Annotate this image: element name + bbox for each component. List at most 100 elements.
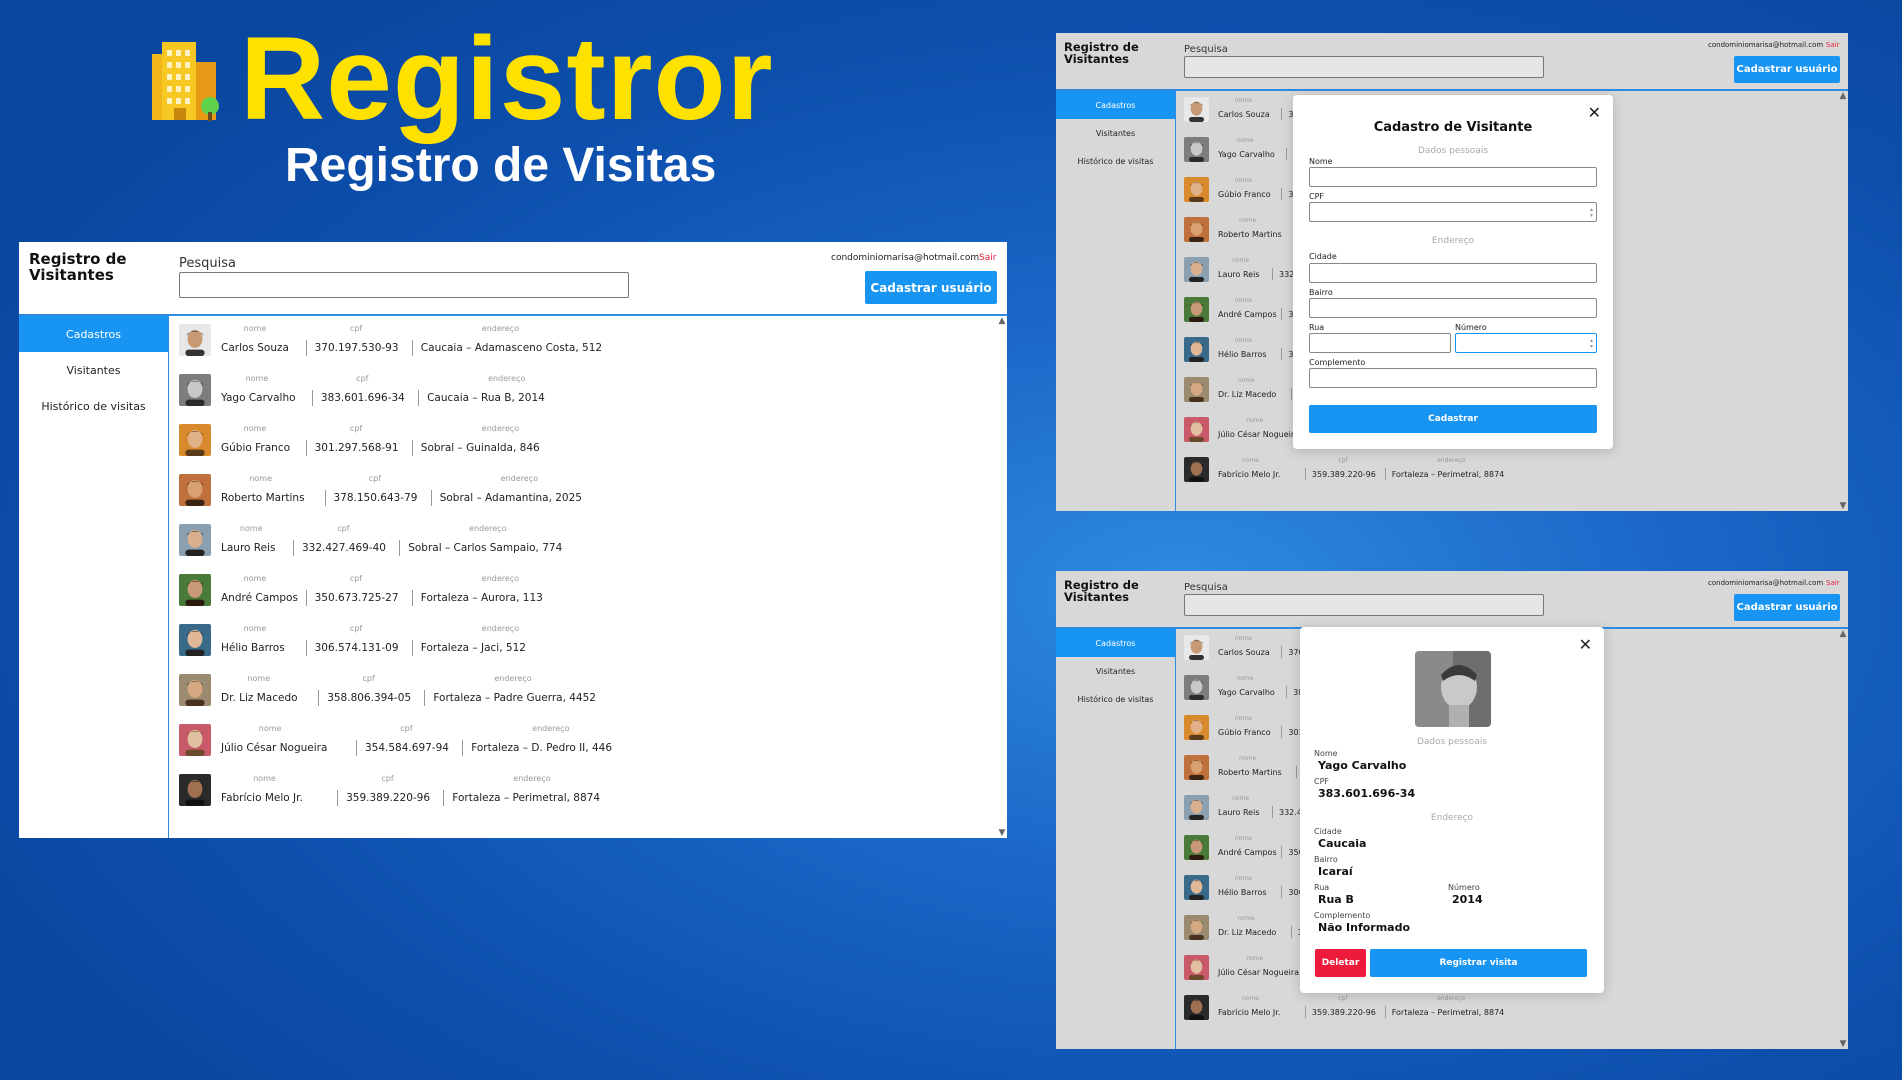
complement-field[interactable] — [1309, 368, 1597, 388]
add-user-button[interactable]: Cadastrar usuário — [865, 271, 997, 304]
column-divider — [305, 340, 307, 356]
visitor-name: Fabrício Melo Jr. — [1218, 1008, 1281, 1017]
number-field[interactable]: ▴ ▾ — [1455, 333, 1597, 353]
sidebar-item-visitantes[interactable]: Visitantes — [1056, 657, 1175, 685]
logout-link[interactable]: Sair — [1826, 579, 1840, 587]
add-user-button[interactable]: Cadastrar usuário — [1734, 594, 1840, 621]
visitor-photo — [1415, 651, 1491, 727]
visitor-row[interactable]: nome cpf endereço Hélio Barros 306.574.131-0… — [171, 624, 1007, 674]
scroll-down-icon[interactable]: ▼ — [997, 828, 1007, 838]
cpf-col-label: cpf — [349, 574, 363, 583]
brand-title: Registro de Visitantes — [1064, 579, 1139, 603]
sidebar-item-cadastros[interactable]: Cadastros — [1056, 91, 1175, 119]
visitor-avatar — [1184, 97, 1209, 122]
visitor-row[interactable]: nome cpf endereço Fabrício Melo Jr. 359.389.… — [1178, 995, 1848, 1035]
name-label: Nome — [1309, 157, 1333, 166]
address-col-label: endereço — [469, 524, 507, 533]
visitor-name: Dr. Liz Macedo — [221, 692, 298, 704]
column-divider — [356, 740, 357, 756]
search-input[interactable] — [1184, 594, 1544, 616]
city-field[interactable] — [1309, 263, 1597, 283]
sidebar-item-cadastros[interactable]: Cadastros — [1056, 629, 1175, 657]
visitor-name: André Campos — [221, 592, 298, 604]
district-field[interactable] — [1309, 298, 1597, 318]
visitor-row[interactable]: nome cpf endereço Dr. Liz Macedo 358.806.394… — [171, 674, 1007, 724]
name-field[interactable] — [1309, 167, 1597, 187]
visitor-avatar — [1184, 297, 1209, 322]
scroll-up-icon[interactable]: ▲ — [997, 316, 1007, 326]
name-col-label: nome — [1236, 137, 1254, 144]
user-email: condominiomarisa@hotmail.com — [831, 253, 980, 263]
district-label: Bairro — [1309, 288, 1333, 297]
visitor-avatar — [1184, 755, 1209, 780]
scroll-up-icon[interactable]: ▲ — [1838, 91, 1848, 101]
visitor-list: nome cpf endereço Carlos Souza 370.197.530-9… — [171, 316, 1007, 838]
visitor-row[interactable]: nome cpf endereço Júlio César Nogueira 354.5… — [171, 724, 1007, 774]
name-col-label: nome — [243, 324, 267, 333]
name-col-label: nome — [243, 574, 267, 583]
scroll-down-icon[interactable]: ▼ — [1838, 501, 1848, 511]
visitor-address: Fortaleza – Perimetral, 8874 — [452, 792, 601, 804]
visitor-row[interactable]: nome cpf endereço Gúbio Franco 301.297.568-9… — [171, 424, 1007, 474]
list-scrollbar[interactable]: ▲ ▼ — [1838, 629, 1848, 1049]
visitor-cpf: 358.806.394-05 — [327, 692, 412, 704]
sidebar-item-cadastros[interactable]: Cadastros — [19, 316, 168, 352]
user-email: condominiomarisa@hotmail.com — [1708, 41, 1824, 49]
delete-button[interactable]: Deletar — [1315, 949, 1366, 977]
address-col-label: endereço — [1437, 457, 1466, 464]
visitor-row[interactable]: nome cpf endereço Yago Carvalho 383.601.696-… — [171, 374, 1007, 424]
column-divider — [443, 790, 445, 806]
close-icon[interactable]: ✕ — [1579, 637, 1592, 653]
search-input[interactable] — [1184, 56, 1544, 78]
address-col-label: endereço — [481, 574, 520, 583]
cpf-field[interactable]: ▴ ▾ — [1309, 202, 1597, 222]
address-col-label: endereço — [513, 774, 551, 783]
main-app-window: Registro de Visitantes Pesquisa condomin… — [19, 242, 1007, 838]
cpf-col-label: cpf — [1338, 457, 1348, 464]
visitor-name: Gúbio Franco — [221, 442, 291, 454]
register-visit-button[interactable]: Registrar visita — [1370, 949, 1587, 977]
visitor-row[interactable]: nome cpf endereço André Campos 350.673.725-2… — [171, 574, 1007, 624]
sidebar-item-visitantes[interactable]: Visitantes — [19, 352, 168, 388]
visitor-name: André Campos — [1218, 310, 1277, 319]
sidebar-item-historico[interactable]: Histórico de visitas — [1056, 685, 1175, 713]
column-divider — [1272, 268, 1273, 280]
visitor-name: Júlio César Nogueira — [1218, 430, 1300, 439]
complement-value: Não Informado — [1318, 921, 1411, 934]
list-scrollbar[interactable]: ▲ ▼ — [997, 316, 1007, 838]
sidebar-item-historico[interactable]: Histórico de visitas — [1056, 147, 1175, 175]
visitor-avatar — [1184, 635, 1209, 660]
visitor-row[interactable]: nome cpf endereço Fabrício Melo Jr. 359.389.… — [171, 774, 1007, 824]
close-icon[interactable]: ✕ — [1588, 105, 1601, 121]
visitor-avatar — [1184, 337, 1209, 362]
logout-link[interactable]: Sair — [1826, 41, 1840, 49]
detail-app-window: Registro de Visitantes Pesquisa condomin… — [1056, 571, 1848, 1049]
column-divider — [1384, 468, 1386, 480]
column-divider — [1281, 726, 1283, 738]
visitor-row[interactable]: nome cpf endereço Lauro Reis 332.427.469-40 S… — [171, 524, 1007, 574]
name-value: Yago Carvalho — [1318, 759, 1407, 772]
column-divider — [1286, 686, 1288, 698]
list-scrollbar[interactable]: ▲ ▼ — [1838, 91, 1848, 511]
add-user-button[interactable]: Cadastrar usuário — [1734, 56, 1840, 83]
visitor-avatar — [179, 324, 211, 356]
scroll-down-icon[interactable]: ▼ — [1838, 1039, 1848, 1049]
search-input[interactable] — [179, 272, 629, 298]
sidebar-item-visitantes[interactable]: Visitantes — [1056, 119, 1175, 147]
scroll-up-icon[interactable]: ▲ — [1838, 629, 1848, 639]
visitor-row[interactable]: nome cpf endereço Carlos Souza 370.197.530-9… — [171, 324, 1007, 374]
column-divider — [305, 590, 307, 606]
visitor-name: Gúbio Franco — [1218, 728, 1271, 737]
submit-button[interactable]: Cadastrar — [1309, 405, 1597, 433]
visitor-row[interactable]: nome cpf endereço Roberto Martins 378.150.64… — [171, 474, 1007, 524]
sidebar-item-historico[interactable]: Histórico de visitas — [19, 388, 168, 424]
cpf-col-label: cpf — [349, 424, 363, 433]
section-personal: Dados pessoais — [1417, 146, 1489, 156]
search-label: Pesquisa — [1184, 582, 1228, 593]
visitor-name: Dr. Liz Macedo — [1218, 390, 1277, 399]
brand-line-2: Visitantes — [1064, 52, 1130, 67]
column-divider — [1281, 108, 1283, 120]
street-field[interactable] — [1309, 333, 1451, 353]
visitor-row[interactable]: nome cpf endereço Fabrício Melo Jr. 359.389.… — [1178, 457, 1848, 497]
logout-link[interactable]: Sair — [979, 253, 996, 263]
